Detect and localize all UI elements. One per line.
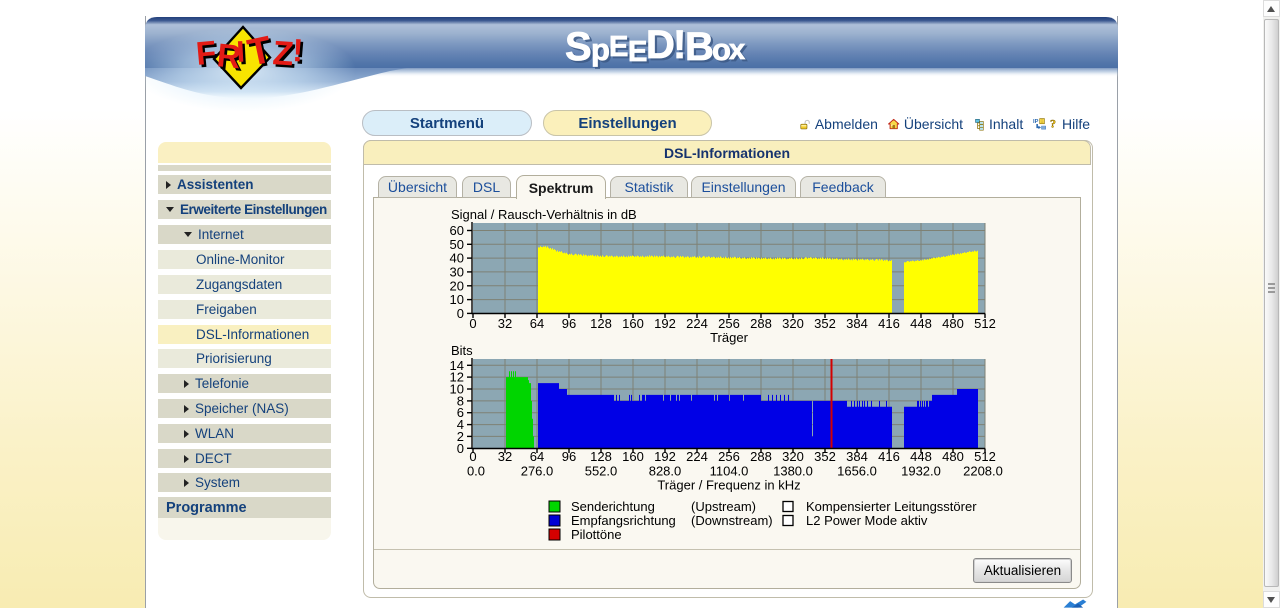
svg-text:1104.0: 1104.0: [710, 464, 749, 479]
svg-text:64: 64: [530, 449, 544, 464]
svg-text:30: 30: [450, 264, 464, 279]
svg-text:0: 0: [469, 316, 476, 331]
svg-text:384: 384: [846, 316, 868, 331]
svg-text:96: 96: [562, 449, 576, 464]
svg-text:512: 512: [974, 449, 996, 464]
svg-text:Senderichtung: Senderichtung: [571, 499, 655, 514]
svg-text:288: 288: [750, 316, 772, 331]
svg-text:160: 160: [622, 316, 644, 331]
svg-text:10: 10: [450, 292, 464, 307]
svg-text:96: 96: [562, 316, 576, 331]
svg-text:32: 32: [498, 449, 512, 464]
svg-text:192: 192: [654, 316, 676, 331]
svg-text:20: 20: [450, 278, 464, 293]
svg-text:416: 416: [878, 316, 900, 331]
svg-text:Signal / Rausch-Verhältnis in: Signal / Rausch-Verhältnis in dB: [451, 207, 637, 222]
svg-text:384: 384: [846, 449, 868, 464]
svg-text:276.0: 276.0: [521, 464, 554, 479]
svg-text:224: 224: [686, 449, 708, 464]
svg-text:Bits: Bits: [451, 343, 473, 358]
svg-text:2208.0: 2208.0: [963, 464, 1003, 479]
svg-text:0: 0: [469, 449, 476, 464]
svg-text:L2 Power Mode aktiv: L2 Power Mode aktiv: [806, 513, 928, 528]
svg-text:32: 32: [498, 316, 512, 331]
svg-text:(Upstream): (Upstream): [691, 499, 756, 514]
svg-text:256: 256: [718, 449, 740, 464]
svg-text:160: 160: [622, 449, 644, 464]
svg-text:480: 480: [942, 316, 964, 331]
svg-text:1380.0: 1380.0: [773, 464, 813, 479]
svg-text:14: 14: [450, 358, 464, 373]
svg-text:552.0: 552.0: [585, 464, 618, 479]
svg-text:0: 0: [457, 306, 464, 321]
svg-text:256: 256: [718, 316, 740, 331]
svg-text:1656.0: 1656.0: [837, 464, 877, 479]
svg-text:Empfangsrichtung: Empfangsrichtung: [571, 513, 676, 528]
svg-text:1932.0: 1932.0: [901, 464, 941, 479]
svg-text:Kompensierter Leitungsstörer: Kompensierter Leitungsstörer: [806, 499, 977, 514]
svg-text:60: 60: [450, 223, 464, 238]
svg-text:224: 224: [686, 316, 708, 331]
svg-text:64: 64: [530, 316, 544, 331]
svg-text:128: 128: [590, 316, 612, 331]
svg-text:128: 128: [590, 449, 612, 464]
svg-text:320: 320: [782, 449, 804, 464]
svg-text:Pilottöne: Pilottöne: [571, 527, 622, 542]
svg-text:50: 50: [450, 237, 464, 252]
svg-text:Träger / Frequenz in kHz: Träger / Frequenz in kHz: [657, 478, 800, 493]
svg-text:288: 288: [750, 449, 772, 464]
svg-text:828.0: 828.0: [649, 464, 682, 479]
svg-text:Träger: Träger: [710, 330, 748, 345]
svg-text:0.0: 0.0: [467, 464, 485, 479]
svg-text:480: 480: [942, 449, 964, 464]
svg-text:416: 416: [878, 449, 900, 464]
svg-text:(Downstream): (Downstream): [691, 513, 773, 528]
svg-text:352: 352: [814, 316, 836, 331]
svg-text:448: 448: [910, 449, 932, 464]
svg-text:448: 448: [910, 316, 932, 331]
svg-text:320: 320: [782, 316, 804, 331]
svg-text:192: 192: [654, 449, 676, 464]
svg-text:512: 512: [974, 316, 996, 331]
svg-text:352: 352: [814, 449, 836, 464]
svg-text:40: 40: [450, 251, 464, 266]
